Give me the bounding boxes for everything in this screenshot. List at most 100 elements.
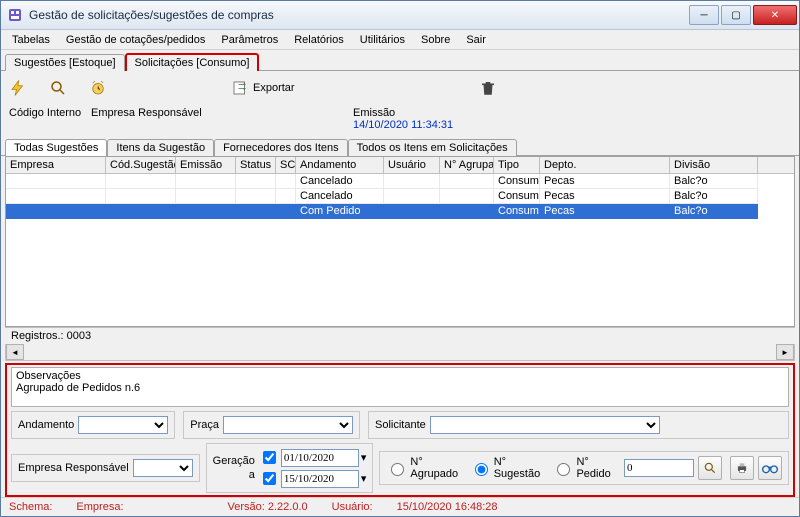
menu-sair[interactable]: Sair	[459, 32, 493, 48]
status-versao: Versão: 2.22.0.0	[228, 501, 308, 513]
filter-row-1: Andamento Praça Solicitante	[11, 411, 789, 439]
table-row[interactable]: Com PedidoConsumoPecasBalc?o	[6, 204, 794, 219]
grid-header: Empresa Cód.Sugestão Emissão Status SC A…	[6, 157, 794, 174]
date1-dropdown-icon[interactable]: ▾	[361, 451, 367, 464]
binoculars-button[interactable]	[758, 456, 782, 480]
menubar: Tabelas Gestão de cotações/pedidos Parâm…	[1, 30, 799, 50]
cell: Balc?o	[670, 189, 758, 204]
radio-agrupado[interactable]: N° Agrupado	[386, 456, 465, 480]
status-data: 15/10/2020 16:48:28	[397, 501, 498, 513]
status-empresa: Empresa:	[76, 501, 123, 513]
scroll-right-icon[interactable]: ►	[776, 344, 794, 360]
record-count: Registros.: 0003	[5, 327, 795, 344]
gtab-todos[interactable]: Todos os Itens em Solicitações	[348, 139, 517, 156]
date1-input[interactable]	[281, 449, 359, 467]
observacoes-label: Observações	[16, 370, 784, 382]
a-label: a	[249, 469, 255, 481]
cell	[176, 174, 236, 189]
col-status[interactable]: Status	[236, 157, 276, 173]
col-cod[interactable]: Cód.Sugestão	[106, 157, 176, 173]
tab-solicitacoes-consumo[interactable]: Solicitações [Consumo]	[125, 53, 260, 71]
solicitante-select[interactable]	[430, 416, 660, 434]
window-title: Gestão de solicitações/sugestões de comp…	[29, 8, 687, 22]
info-codigo: Código Interno	[9, 107, 89, 131]
grid-body[interactable]: CanceladoConsumoPecasBalc?oCanceladoCons…	[6, 174, 794, 326]
col-divisao[interactable]: Divisão	[670, 157, 758, 173]
tab-sugestoes-estoque[interactable]: Sugestões [Estoque]	[5, 54, 125, 71]
cell	[6, 189, 106, 204]
andamento-select[interactable]	[78, 416, 168, 434]
cell	[384, 174, 440, 189]
gtab-itens[interactable]: Itens da Sugestão	[107, 139, 214, 156]
lightning-button[interactable]	[9, 79, 27, 97]
cell: Pecas	[540, 204, 670, 219]
statusbar: Schema: Empresa: Versão: 2.22.0.0 Usuári…	[1, 497, 799, 516]
info-row: Código Interno Empresa Responsável Emiss…	[1, 105, 799, 135]
cell	[106, 204, 176, 219]
data-grid: Empresa Cód.Sugestão Emissão Status SC A…	[5, 156, 795, 327]
gtab-todas[interactable]: Todas Sugestões	[5, 139, 107, 156]
filter-panel: Observações Agrupado de Pedidos n.6 Anda…	[5, 363, 795, 497]
alarm-button[interactable]	[89, 79, 107, 97]
menu-sobre[interactable]: Sobre	[414, 32, 457, 48]
window-buttons: ─ ▢ ✕	[687, 5, 797, 25]
minimize-button[interactable]: ─	[689, 5, 719, 25]
col-sc[interactable]: SC	[276, 157, 296, 173]
export-button[interactable]: Exportar	[231, 79, 295, 97]
col-andamento[interactable]: Andamento	[296, 157, 384, 173]
search-icon	[703, 461, 717, 475]
search-button[interactable]	[49, 79, 67, 97]
menu-parametros[interactable]: Parâmetros	[214, 32, 285, 48]
app-window: Gestão de solicitações/sugestões de comp…	[0, 0, 800, 517]
table-row[interactable]: CanceladoConsumoPecasBalc?o	[6, 189, 794, 204]
table-row[interactable]: CanceladoConsumoPecasBalc?o	[6, 174, 794, 189]
col-depto[interactable]: Depto.	[540, 157, 670, 173]
date2-input[interactable]	[281, 470, 359, 488]
cell	[276, 174, 296, 189]
cell	[384, 189, 440, 204]
export-label: Exportar	[253, 82, 295, 94]
filter-row-2: Empresa Responsável Geração a ▾	[11, 443, 789, 493]
geracao-group: Geração a ▾ ▾	[206, 443, 374, 493]
empresa-select[interactable]	[133, 459, 193, 477]
menu-relatorios[interactable]: Relatórios	[287, 32, 351, 48]
menu-cotacoes[interactable]: Gestão de cotações/pedidos	[59, 32, 212, 48]
print-button[interactable]	[730, 456, 754, 480]
numero-group: N° Agrupado N° Sugestão N° Pedido	[379, 451, 789, 485]
trash-button[interactable]	[479, 79, 497, 97]
cell: Com Pedido	[296, 204, 384, 219]
solicitante-group: Solicitante	[368, 411, 789, 439]
binoculars-icon	[762, 461, 778, 475]
col-agrupado[interactable]: N° Agrupado	[440, 157, 494, 173]
cell: Consumo	[494, 174, 540, 189]
date2-dropdown-icon[interactable]: ▾	[361, 472, 367, 485]
status-usuario: Usuário:	[332, 501, 373, 513]
radio-pedido[interactable]: N° Pedido	[552, 456, 620, 480]
scroll-left-icon[interactable]: ◄	[6, 344, 24, 360]
module-tabs: Sugestões [Estoque] Solicitações [Consum…	[1, 50, 799, 71]
menu-utilitarios[interactable]: Utilitários	[353, 32, 412, 48]
emissao-value: 14/10/2020 11:34:31	[353, 119, 453, 131]
grid-tabs: Todas Sugestões Itens da Sugestão Fornec…	[1, 135, 799, 156]
col-usuario[interactable]: Usuário	[384, 157, 440, 173]
radio-sugestao[interactable]: N° Sugestão	[470, 456, 549, 480]
cell	[236, 189, 276, 204]
praca-select[interactable]	[223, 416, 353, 434]
date2-check[interactable]	[263, 472, 276, 485]
col-emissao[interactable]: Emissão	[176, 157, 236, 173]
export-icon	[231, 79, 249, 97]
col-empresa[interactable]: Empresa	[6, 157, 106, 173]
numero-search-button[interactable]	[698, 456, 722, 480]
menu-tabelas[interactable]: Tabelas	[5, 32, 57, 48]
maximize-button[interactable]: ▢	[721, 5, 751, 25]
col-tipo[interactable]: Tipo	[494, 157, 540, 173]
numero-input[interactable]	[624, 459, 694, 477]
cell: Pecas	[540, 189, 670, 204]
date1-check[interactable]	[263, 451, 276, 464]
gtab-forn[interactable]: Fornecedores dos Itens	[214, 139, 348, 156]
h-scrollbar[interactable]: ◄ ►	[5, 344, 795, 361]
cell	[440, 174, 494, 189]
cell	[440, 204, 494, 219]
close-button[interactable]: ✕	[753, 5, 797, 25]
andamento-label: Andamento	[18, 419, 74, 431]
